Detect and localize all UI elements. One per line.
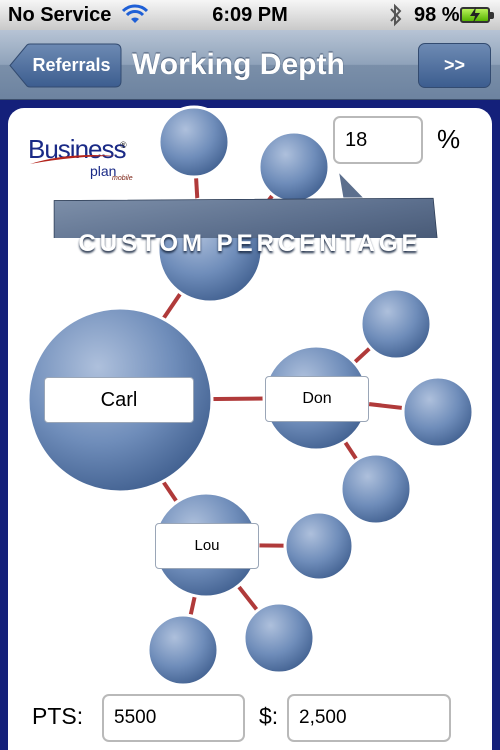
node-name-carl[interactable]: Carl [44, 377, 194, 423]
referral-bubble-diagram [26, 105, 475, 687]
dollars-label: $: [259, 703, 279, 729]
bubble-node[interactable] [359, 287, 433, 361]
points-label: PTS: [32, 703, 84, 729]
node-name-lou[interactable]: Lou [155, 523, 259, 569]
dollars-input[interactable]: 2,500 [287, 694, 451, 742]
bubble-node[interactable] [283, 510, 355, 582]
bubble-node[interactable] [339, 452, 413, 526]
bubble-node[interactable] [401, 375, 475, 449]
bubble-node[interactable] [242, 601, 316, 675]
bubble-node[interactable] [146, 613, 220, 687]
node-name-don[interactable]: Don [265, 376, 369, 422]
app-screen: No Service 6:09 PM 98 % Referrals Workin… [0, 0, 500, 750]
custom-percentage-label: CUSTOM PERCENTAGE [78, 230, 422, 257]
points-input[interactable]: 5500 [102, 694, 245, 742]
